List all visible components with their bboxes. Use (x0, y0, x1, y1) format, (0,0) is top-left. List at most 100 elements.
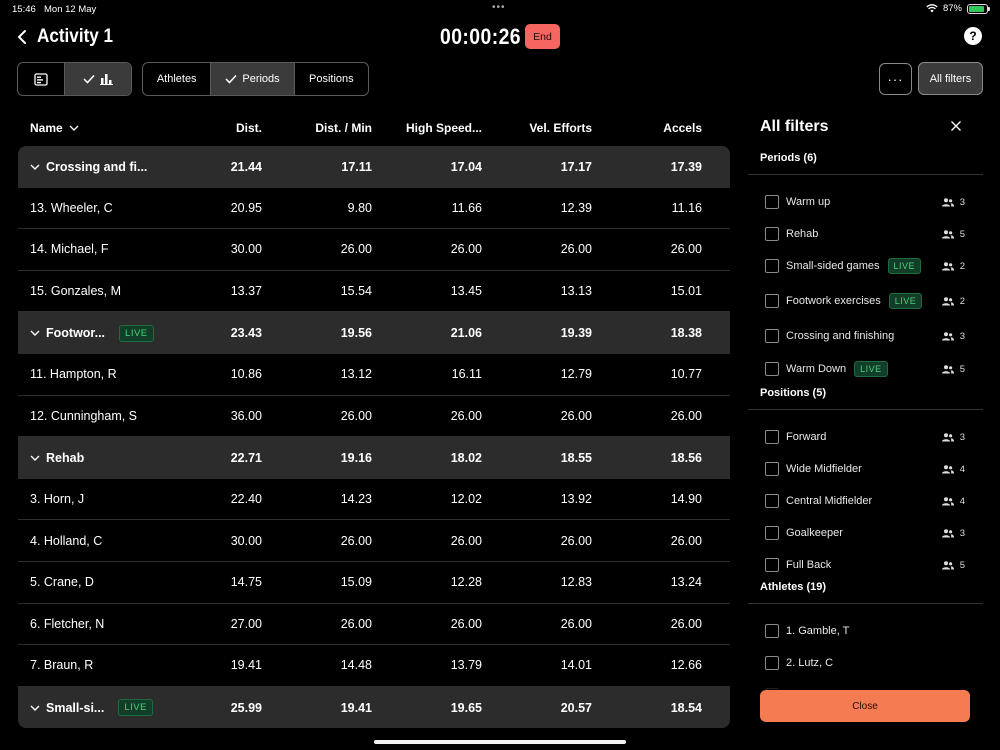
checkbox[interactable] (765, 259, 779, 273)
end-button[interactable]: End (525, 24, 560, 49)
people-icon (941, 560, 954, 569)
athlete-count-value: 4 (959, 463, 965, 475)
filter-option-periods[interactable]: Warm Down LIVE 5 (765, 358, 973, 380)
period-group-row[interactable]: Footwor... LIVE 23.43 19.56 21.06 19.39 18.38 (18, 312, 730, 354)
list-view-icon (34, 72, 48, 86)
people-icon (941, 496, 954, 505)
athlete-row[interactable]: 14. Michael, F 30.00 26.00 26.00 26.00 26.00 (18, 229, 730, 271)
checkbox[interactable] (765, 329, 779, 343)
row-value: 14.23 (340, 492, 372, 507)
tab-athletes[interactable]: Athletes (143, 63, 212, 95)
filter-option-periods[interactable]: Rehab 5 (765, 223, 973, 245)
help-icon[interactable]: ? (964, 27, 982, 45)
checkbox[interactable] (765, 294, 779, 308)
period-group-row[interactable]: Small-si... LIVE 25.99 19.41 19.65 20.57 18.54 (18, 686, 730, 729)
all-filters-button[interactable]: All filters (918, 62, 983, 95)
column-header-vel-efforts[interactable]: Vel. Efforts (482, 121, 592, 135)
filter-option-periods[interactable]: Footwork exercises LIVE 2 (765, 290, 973, 312)
column-header-dist-min[interactable]: Dist. / Min (262, 121, 372, 135)
row-value: 26.00 (340, 533, 372, 548)
live-badge: LIVE (854, 361, 888, 377)
row-value: 18.02 (450, 450, 482, 465)
row-value: 12.79 (560, 367, 592, 382)
row-value: 14.90 (670, 492, 702, 507)
filter-option-periods[interactable]: Small-sided games LIVE 2 (765, 255, 973, 277)
back-chevron-icon[interactable] (14, 26, 32, 48)
tab-positions-label: Positions (309, 73, 354, 85)
filter-option-periods[interactable]: Crossing and finishing 3 (765, 325, 973, 347)
checkbox[interactable] (765, 494, 779, 508)
chevron-down-icon[interactable] (30, 162, 40, 172)
people-icon (941, 364, 954, 373)
athlete-row[interactable]: 6. Fletcher, N 27.00 26.00 26.00 26.00 26.00 (18, 604, 730, 646)
filter-option-athletes[interactable]: 2. Lutz, C (765, 652, 973, 674)
athlete-row[interactable]: 3. Horn, J 22.40 14.23 12.02 13.92 14.90 (18, 479, 730, 521)
battery-icon (967, 3, 990, 14)
column-header-name[interactable]: Name (18, 121, 168, 135)
row-value: 13.79 (450, 658, 482, 673)
checkbox[interactable] (765, 362, 779, 376)
filter-option-positions[interactable]: Full Back 5 (765, 554, 973, 576)
tab-positions[interactable]: Positions (295, 63, 368, 95)
people-icon (941, 528, 954, 537)
row-value: 21.44 (230, 159, 262, 174)
close-icon[interactable] (948, 118, 964, 134)
checkbox[interactable] (765, 656, 779, 670)
more-options-button[interactable]: ··· (879, 63, 912, 95)
chevron-down-icon[interactable] (30, 328, 40, 338)
filter-option-positions[interactable]: Wide Midfielder 4 (765, 458, 973, 480)
chevron-down-icon[interactable] (30, 453, 40, 463)
divider (748, 603, 983, 604)
filter-option-label: Small-sided games (786, 260, 880, 272)
checkbox[interactable] (765, 526, 779, 540)
filter-option-positions[interactable]: Goalkeeper 3 (765, 522, 973, 544)
checkbox[interactable] (765, 227, 779, 241)
column-header-accels[interactable]: Accels (592, 121, 702, 135)
status-bar: 15:46 Mon 12 May ••• 87% (0, 0, 1000, 18)
close-button[interactable]: Close (760, 690, 970, 722)
filter-option-positions[interactable]: Forward 3 (765, 426, 973, 448)
row-value: 14.01 (560, 658, 592, 673)
athlete-row[interactable]: 15. Gonzales, M 13.37 15.54 13.45 13.13 15.01 (18, 271, 730, 313)
athlete-count-value: 2 (959, 260, 965, 272)
athlete-row[interactable]: 7. Braun, R 19.41 14.48 13.79 14.01 12.66 (18, 645, 730, 687)
filter-option-label: Forward (786, 431, 827, 443)
filter-option-positions[interactable]: Central Midfielder 4 (765, 490, 973, 512)
filter-option-label: Wide Midfielder (786, 463, 862, 475)
period-group-row[interactable]: Crossing and fi... 21.44 17.11 17.04 17.17 17… (18, 146, 730, 188)
row-value: 12.02 (450, 492, 482, 507)
filter-option-periods[interactable]: Warm up 3 (765, 191, 973, 213)
row-name-label: 14. Michael, F (30, 242, 109, 257)
filter-option-label: 2. Lutz, C (786, 657, 834, 669)
row-value: 19.39 (560, 326, 592, 341)
home-indicator[interactable] (374, 740, 626, 744)
athlete-row[interactable]: 12. Cunningham, S 36.00 26.00 26.00 26.00 26.… (18, 396, 730, 438)
athlete-row[interactable]: 13. Wheeler, C 20.95 9.80 11.66 12.39 11.16 (18, 188, 730, 230)
row-value: 17.17 (560, 159, 592, 174)
chart-view-button[interactable] (65, 63, 131, 95)
row-value: 19.41 (340, 700, 372, 715)
athlete-row[interactable]: 11. Hampton, R 10.86 13.12 16.11 12.79 10.77 (18, 354, 730, 396)
athlete-row[interactable]: 4. Holland, C 30.00 26.00 26.00 26.00 26.00 (18, 520, 730, 562)
positions-section-title: Positions (5) (760, 387, 827, 399)
athlete-count-value: 3 (959, 431, 965, 443)
checkbox[interactable] (765, 195, 779, 209)
checkbox[interactable] (765, 430, 779, 444)
checkbox[interactable] (765, 624, 779, 638)
column-header-dist[interactable]: Dist. (168, 121, 262, 135)
panel-title: All filters (760, 118, 829, 135)
tab-periods[interactable]: Periods (211, 63, 295, 95)
column-header-high-speed[interactable]: High Speed... (372, 121, 482, 135)
list-view-button[interactable] (18, 63, 66, 95)
chevron-down-icon[interactable] (30, 703, 40, 713)
athlete-row[interactable]: 5. Crane, D 14.75 15.09 12.28 12.83 13.24 (18, 562, 730, 604)
checkbox[interactable] (765, 558, 779, 572)
row-name-label: 6. Fletcher, N (30, 616, 105, 631)
multitask-dots-icon[interactable]: ••• (492, 2, 506, 13)
row-value: 15.54 (340, 284, 372, 299)
checkbox[interactable] (765, 462, 779, 476)
period-group-row[interactable]: Rehab 22.71 19.16 18.02 18.55 18.56 (18, 437, 730, 479)
filter-option-athletes[interactable]: 1. Gamble, T (765, 620, 973, 642)
people-icon (941, 331, 954, 340)
row-value: 18.54 (670, 700, 702, 715)
